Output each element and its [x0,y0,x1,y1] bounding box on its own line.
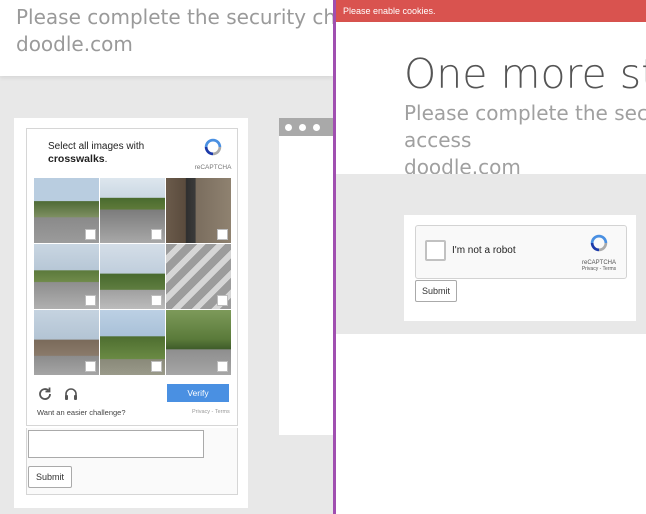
tile-checkbox[interactable] [217,229,228,240]
captcha-image-grid [34,178,231,375]
submit-button[interactable]: Submit [415,280,457,302]
captcha-instruction: Select all images with crosswalks. [48,140,178,166]
tile-checkbox[interactable] [217,361,228,372]
recaptcha-checkbox-widget: I'm not a robot reCAPTCHA Privacy - Term… [415,225,627,279]
captcha-challenge-box: Select all images with crosswalks. reCAP… [26,128,238,426]
captcha-tile[interactable] [34,178,99,243]
privacy-terms-link[interactable]: Privacy - Terms [576,266,622,272]
right-page-subtitle: Please complete the security check to ac… [404,100,646,181]
tile-checkbox[interactable] [85,361,96,372]
window-dot-icon [285,124,292,131]
left-domain-text: doodle.com [16,32,133,56]
captcha-challenge-card: Select all images with crosswalks. reCAP… [14,118,248,508]
not-robot-checkbox[interactable] [425,240,446,261]
right-page-header: One more step Please complete the securi… [336,22,646,179]
easier-challenge-link[interactable]: Want an easier challenge? [37,408,126,417]
right-page-body: I'm not a robot reCAPTCHA Privacy - Term… [336,174,646,334]
tile-checkbox[interactable] [151,229,162,240]
captcha-tile[interactable] [100,178,165,243]
tile-checkbox[interactable] [85,295,96,306]
instruction-target: crosswalks [48,153,105,165]
captcha-widget-card: I'm not a robot reCAPTCHA Privacy - Term… [404,215,636,321]
recaptcha-logo: reCAPTCHA Privacy - Terms [576,232,622,272]
recaptcha-brand-label: reCAPTCHA [194,164,232,171]
window-dot-icon [299,124,306,131]
left-page-subtitle: Please complete the security check to ac… [16,4,333,58]
right-subtitle-text: Please complete the security check to ac… [404,101,646,152]
recaptcha-icon [204,138,222,156]
tile-checkbox[interactable] [85,229,96,240]
tile-checkbox[interactable] [217,295,228,306]
cookie-notice-bar: Please enable cookies. [336,0,646,22]
page-title: One more step [404,50,646,98]
tile-checkbox[interactable] [151,295,162,306]
captcha-tile[interactable] [100,310,165,375]
background-window [279,118,333,435]
instruction-suffix: . [104,154,108,165]
window-title-bar [279,118,333,136]
captcha-tile[interactable] [34,244,99,309]
captcha-tile[interactable] [166,178,231,243]
recaptcha-logo: reCAPTCHA [193,136,233,171]
captcha-tile[interactable] [34,310,99,375]
captcha-controls [37,386,85,407]
headphones-icon[interactable] [63,386,79,402]
captcha-response-input[interactable] [28,430,204,458]
not-robot-label: I'm not a robot [452,245,516,256]
captcha-tile[interactable] [166,244,231,309]
left-page-header: Please complete the security check to ac… [0,0,333,76]
captcha-tile[interactable] [166,310,231,375]
captcha-tile[interactable] [100,244,165,309]
left-subtitle-text: Please complete the security check to ac… [16,5,333,29]
window-dot-icon [313,124,320,131]
instruction-text: Select all images with [48,141,145,152]
front-browser-window: Please enable cookies. One more step Ple… [333,0,646,514]
captcha-response-area: Submit [26,428,238,495]
recaptcha-icon [590,234,608,252]
verify-button[interactable]: Verify [167,384,229,402]
tile-checkbox[interactable] [151,361,162,372]
privacy-terms-link[interactable]: Privacy - Terms [192,409,230,415]
submit-button[interactable]: Submit [28,466,72,488]
reload-icon[interactable] [37,386,53,402]
